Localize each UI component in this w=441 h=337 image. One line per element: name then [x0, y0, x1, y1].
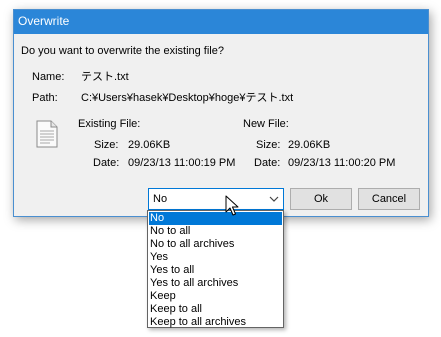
path-value: C:¥Users¥hasek¥Desktop¥hoge¥テスト.txt [81, 92, 294, 104]
existing-size-label: Size: [94, 139, 119, 151]
option-no-to-all[interactable]: No to all [149, 225, 282, 238]
title-bar[interactable]: Overwrite [14, 10, 428, 34]
option-no-to-all-archives[interactable]: No to all archives [149, 238, 282, 251]
option-yes[interactable]: Yes [149, 251, 282, 264]
option-yes-to-all-archives[interactable]: Yes to all archives [149, 277, 282, 290]
cancel-button[interactable]: Cancel [358, 188, 420, 210]
path-label: Path: [32, 92, 58, 104]
action-options-list[interactable]: No No to all No to all archives Yes Yes … [147, 210, 284, 328]
option-keep[interactable]: Keep [149, 290, 282, 303]
name-value: テスト.txt [81, 71, 129, 83]
ok-button[interactable]: Ok [290, 188, 352, 210]
window-title: Overwrite [18, 14, 70, 28]
new-size-value: 29.06KB [288, 139, 331, 151]
option-keep-to-all[interactable]: Keep to all [149, 303, 282, 316]
name-label: Name: [32, 71, 65, 83]
chevron-down-icon [269, 196, 279, 202]
action-select[interactable]: No [148, 188, 284, 210]
existing-size-value: 29.06KB [128, 139, 171, 151]
existing-date-label: Date: [93, 157, 120, 169]
mouse-cursor-icon [225, 195, 239, 216]
option-keep-to-all-archives[interactable]: Keep to all archives [149, 316, 282, 329]
document-icon [36, 120, 58, 148]
new-date-value: 09/23/13 11:00:20 PM [288, 157, 396, 169]
option-no[interactable]: No [149, 212, 282, 225]
existing-date-value: 09/23/13 11:00:19 PM [128, 157, 236, 169]
new-file-heading: New File: [243, 118, 289, 130]
new-size-label: Size: [256, 139, 281, 151]
option-yes-to-all[interactable]: Yes to all [149, 264, 282, 277]
new-date-label: Date: [254, 157, 281, 169]
overwrite-dialog: Overwrite Do you want to overwrite the e… [13, 9, 429, 217]
existing-file-heading: Existing File: [78, 118, 141, 130]
action-select-value: No [153, 193, 168, 205]
question-text: Do you want to overwrite the existing fi… [21, 45, 224, 57]
